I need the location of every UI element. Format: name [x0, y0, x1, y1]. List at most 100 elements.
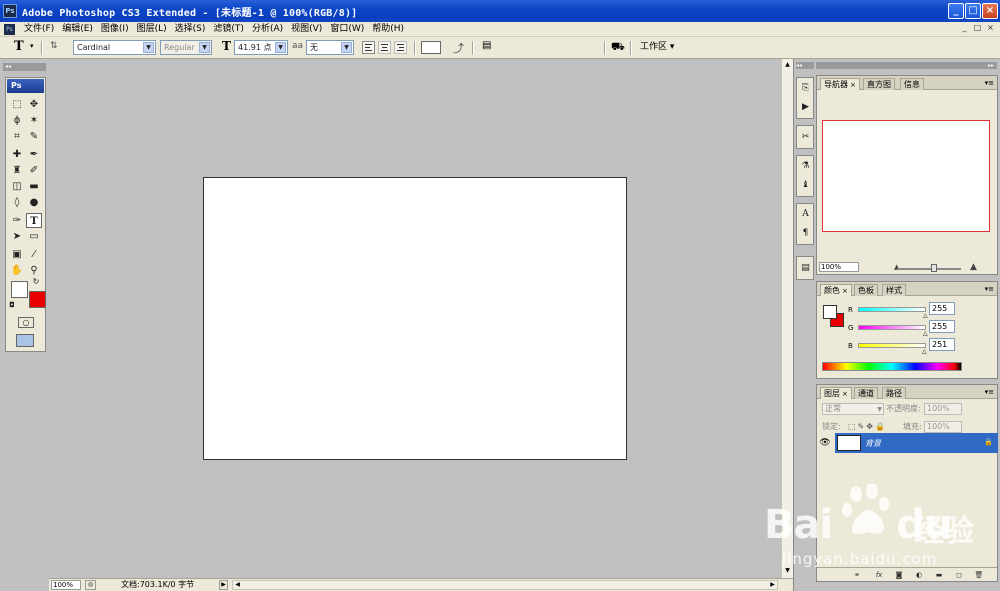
blur-tool-icon[interactable]: ◊ — [9, 195, 25, 210]
link-layers-icon[interactable]: ⚭ — [851, 570, 863, 580]
new-group-icon[interactable]: ▬ — [933, 570, 945, 580]
fill-field[interactable]: 100% — [924, 421, 962, 433]
workspace-menu[interactable]: 工作区 ▾ — [640, 40, 674, 55]
adjustment-layer-icon[interactable]: ◐ — [913, 570, 925, 580]
bridge-icon[interactable]: ⛟ — [611, 40, 625, 55]
pen-tool-icon[interactable]: ✑ — [9, 213, 25, 228]
navigator-zoom-slider[interactable] — [897, 268, 961, 270]
red-value-input[interactable]: 255 — [929, 302, 955, 315]
quick-mask-icon[interactable]: ○ — [18, 317, 34, 328]
lock-options-icon[interactable]: ⬚✎✥🔒 — [848, 422, 887, 432]
menu-layer[interactable]: 图层(L) — [133, 23, 171, 35]
history-brush-tool-icon[interactable]: ✐ — [26, 163, 42, 178]
doc-minimize-button[interactable]: _ — [959, 23, 970, 34]
foreground-color-swatch[interactable] — [11, 281, 28, 298]
dock-collapse-bar[interactable]: ◂◂ — [796, 62, 814, 69]
minimize-button[interactable]: _ — [948, 3, 964, 19]
background-color-swatch[interactable] — [29, 291, 46, 308]
maximize-button[interactable]: □ — [965, 3, 981, 19]
swap-colors-icon[interactable]: ↻ — [31, 277, 41, 287]
vertical-scrollbar[interactable]: ▲ ▼ — [781, 59, 793, 578]
panels-collapse-bar[interactable]: ▸▸ — [816, 62, 997, 69]
tool-presets-icon[interactable]: ✂ — [799, 131, 812, 144]
menu-view[interactable]: 视图(V) — [287, 23, 326, 35]
scroll-right-arrow-icon[interactable]: ▶ — [768, 581, 777, 589]
clone-source-panel-icon[interactable]: ♝ — [799, 179, 812, 192]
eraser-tool-icon[interactable]: ◫ — [9, 179, 25, 194]
tab-paths[interactable]: 路径 — [882, 387, 906, 399]
close-button[interactable]: × — [982, 3, 998, 19]
tab-color[interactable]: 颜色 × — [820, 284, 852, 296]
document-icon[interactable]: Ps — [4, 24, 15, 35]
zoom-level-field[interactable]: 100% — [51, 580, 81, 590]
hand-tool-icon[interactable]: ✋ — [9, 263, 25, 278]
green-slider[interactable] — [858, 325, 926, 330]
layer-style-icon[interactable]: fx — [873, 570, 885, 580]
green-value-input[interactable]: 255 — [929, 320, 955, 333]
align-right-button[interactable] — [394, 41, 407, 54]
red-slider-handle[interactable]: △ — [923, 313, 928, 319]
menu-filter[interactable]: 滤镜(T) — [209, 23, 248, 35]
path-selection-tool-icon[interactable]: ➤ — [9, 229, 25, 244]
character-panel-icon[interactable]: A — [799, 208, 812, 221]
clone-stamp-tool-icon[interactable]: ♜ — [9, 163, 25, 178]
font-size-select[interactable]: 41.91 点 ▼ — [234, 40, 288, 55]
panel-menu-icon[interactable]: ▾≡ — [985, 79, 994, 87]
text-color-swatch[interactable] — [421, 41, 441, 54]
color-foreground-swatch[interactable] — [823, 305, 837, 319]
red-slider[interactable] — [858, 307, 926, 312]
menu-select[interactable]: 选择(S) — [171, 23, 210, 35]
slice-tool-icon[interactable]: ✎ — [26, 129, 42, 144]
horizontal-scrollbar[interactable]: ◀ ▶ — [232, 580, 778, 590]
screen-mode-icon[interactable] — [16, 334, 34, 347]
scroll-left-arrow-icon[interactable]: ◀ — [233, 581, 242, 589]
actions-panel-icon[interactable]: ▶ — [799, 101, 812, 114]
brush-tool-icon[interactable]: ✒ — [26, 147, 42, 162]
panel-menu-icon[interactable]: ▾≡ — [985, 388, 994, 396]
layer-row-background[interactable]: 背景 🔒 — [835, 433, 998, 453]
type-tool-icon[interactable]: T — [26, 213, 42, 228]
menu-edit[interactable]: 编辑(E) — [58, 23, 97, 35]
text-orientation-icon[interactable]: ⇅ — [50, 41, 58, 56]
blue-value-input[interactable]: 251 — [929, 338, 955, 351]
navigator-zoom-field[interactable]: 100% — [819, 262, 859, 272]
tab-styles[interactable]: 样式 — [882, 284, 906, 296]
gradient-tool-icon[interactable]: ▬ — [26, 179, 42, 194]
color-spectrum-bar[interactable] — [822, 362, 962, 371]
menu-image[interactable]: 图像(I) — [97, 23, 133, 35]
tool-preset-icon[interactable]: T — [14, 39, 24, 54]
navigator-zoom-handle[interactable] — [931, 264, 937, 272]
blue-slider-handle[interactable]: △ — [922, 349, 927, 355]
scroll-down-arrow-icon[interactable]: ▼ — [783, 566, 792, 575]
align-center-button[interactable] — [378, 41, 391, 54]
doc-close-button[interactable]: × — [985, 23, 996, 34]
tab-navigator[interactable]: 导航器 × — [820, 78, 860, 90]
character-panel-icon[interactable]: ▤ — [482, 40, 491, 55]
align-left-button[interactable] — [362, 41, 375, 54]
layer-visibility-eye-icon[interactable]: 👁 — [819, 437, 831, 449]
font-family-select[interactable]: Cardinal ▼ — [73, 40, 156, 55]
tool-preset-arrow-icon[interactable]: ▾ — [30, 42, 34, 57]
history-panel-icon[interactable]: ⎘ — [799, 82, 812, 95]
doc-restore-button[interactable]: □ — [972, 23, 983, 34]
tab-layers[interactable]: 图层 × — [820, 387, 852, 399]
panel-menu-icon[interactable]: ▾≡ — [985, 285, 994, 293]
layer-comps-icon[interactable]: ▤ — [799, 262, 812, 275]
dodge-tool-icon[interactable]: ● — [26, 195, 42, 210]
delete-layer-icon[interactable]: 🗑 — [973, 570, 985, 580]
brushes-panel-icon[interactable]: ⚗ — [799, 160, 812, 173]
zoom-in-icon[interactable]: ▲ — [970, 262, 977, 272]
blue-slider[interactable] — [858, 343, 926, 348]
lasso-tool-icon[interactable]: ϕ — [9, 113, 25, 128]
notes-tool-icon[interactable]: ▣ — [9, 247, 25, 262]
document-canvas[interactable] — [203, 177, 627, 460]
tab-channels[interactable]: 通道 — [854, 387, 878, 399]
menu-file[interactable]: 文件(F) — [20, 23, 58, 35]
antialias-select[interactable]: 无 ▼ — [306, 40, 354, 55]
blend-mode-select[interactable]: 正常 ▼ — [822, 403, 884, 415]
scroll-up-arrow-icon[interactable]: ▲ — [783, 60, 792, 69]
marquee-tool-icon[interactable]: ⬚ — [9, 97, 25, 112]
default-colors-icon[interactable]: ◘ — [8, 301, 16, 309]
tab-swatches[interactable]: 色板 — [854, 284, 878, 296]
navigator-preview[interactable] — [822, 120, 990, 232]
